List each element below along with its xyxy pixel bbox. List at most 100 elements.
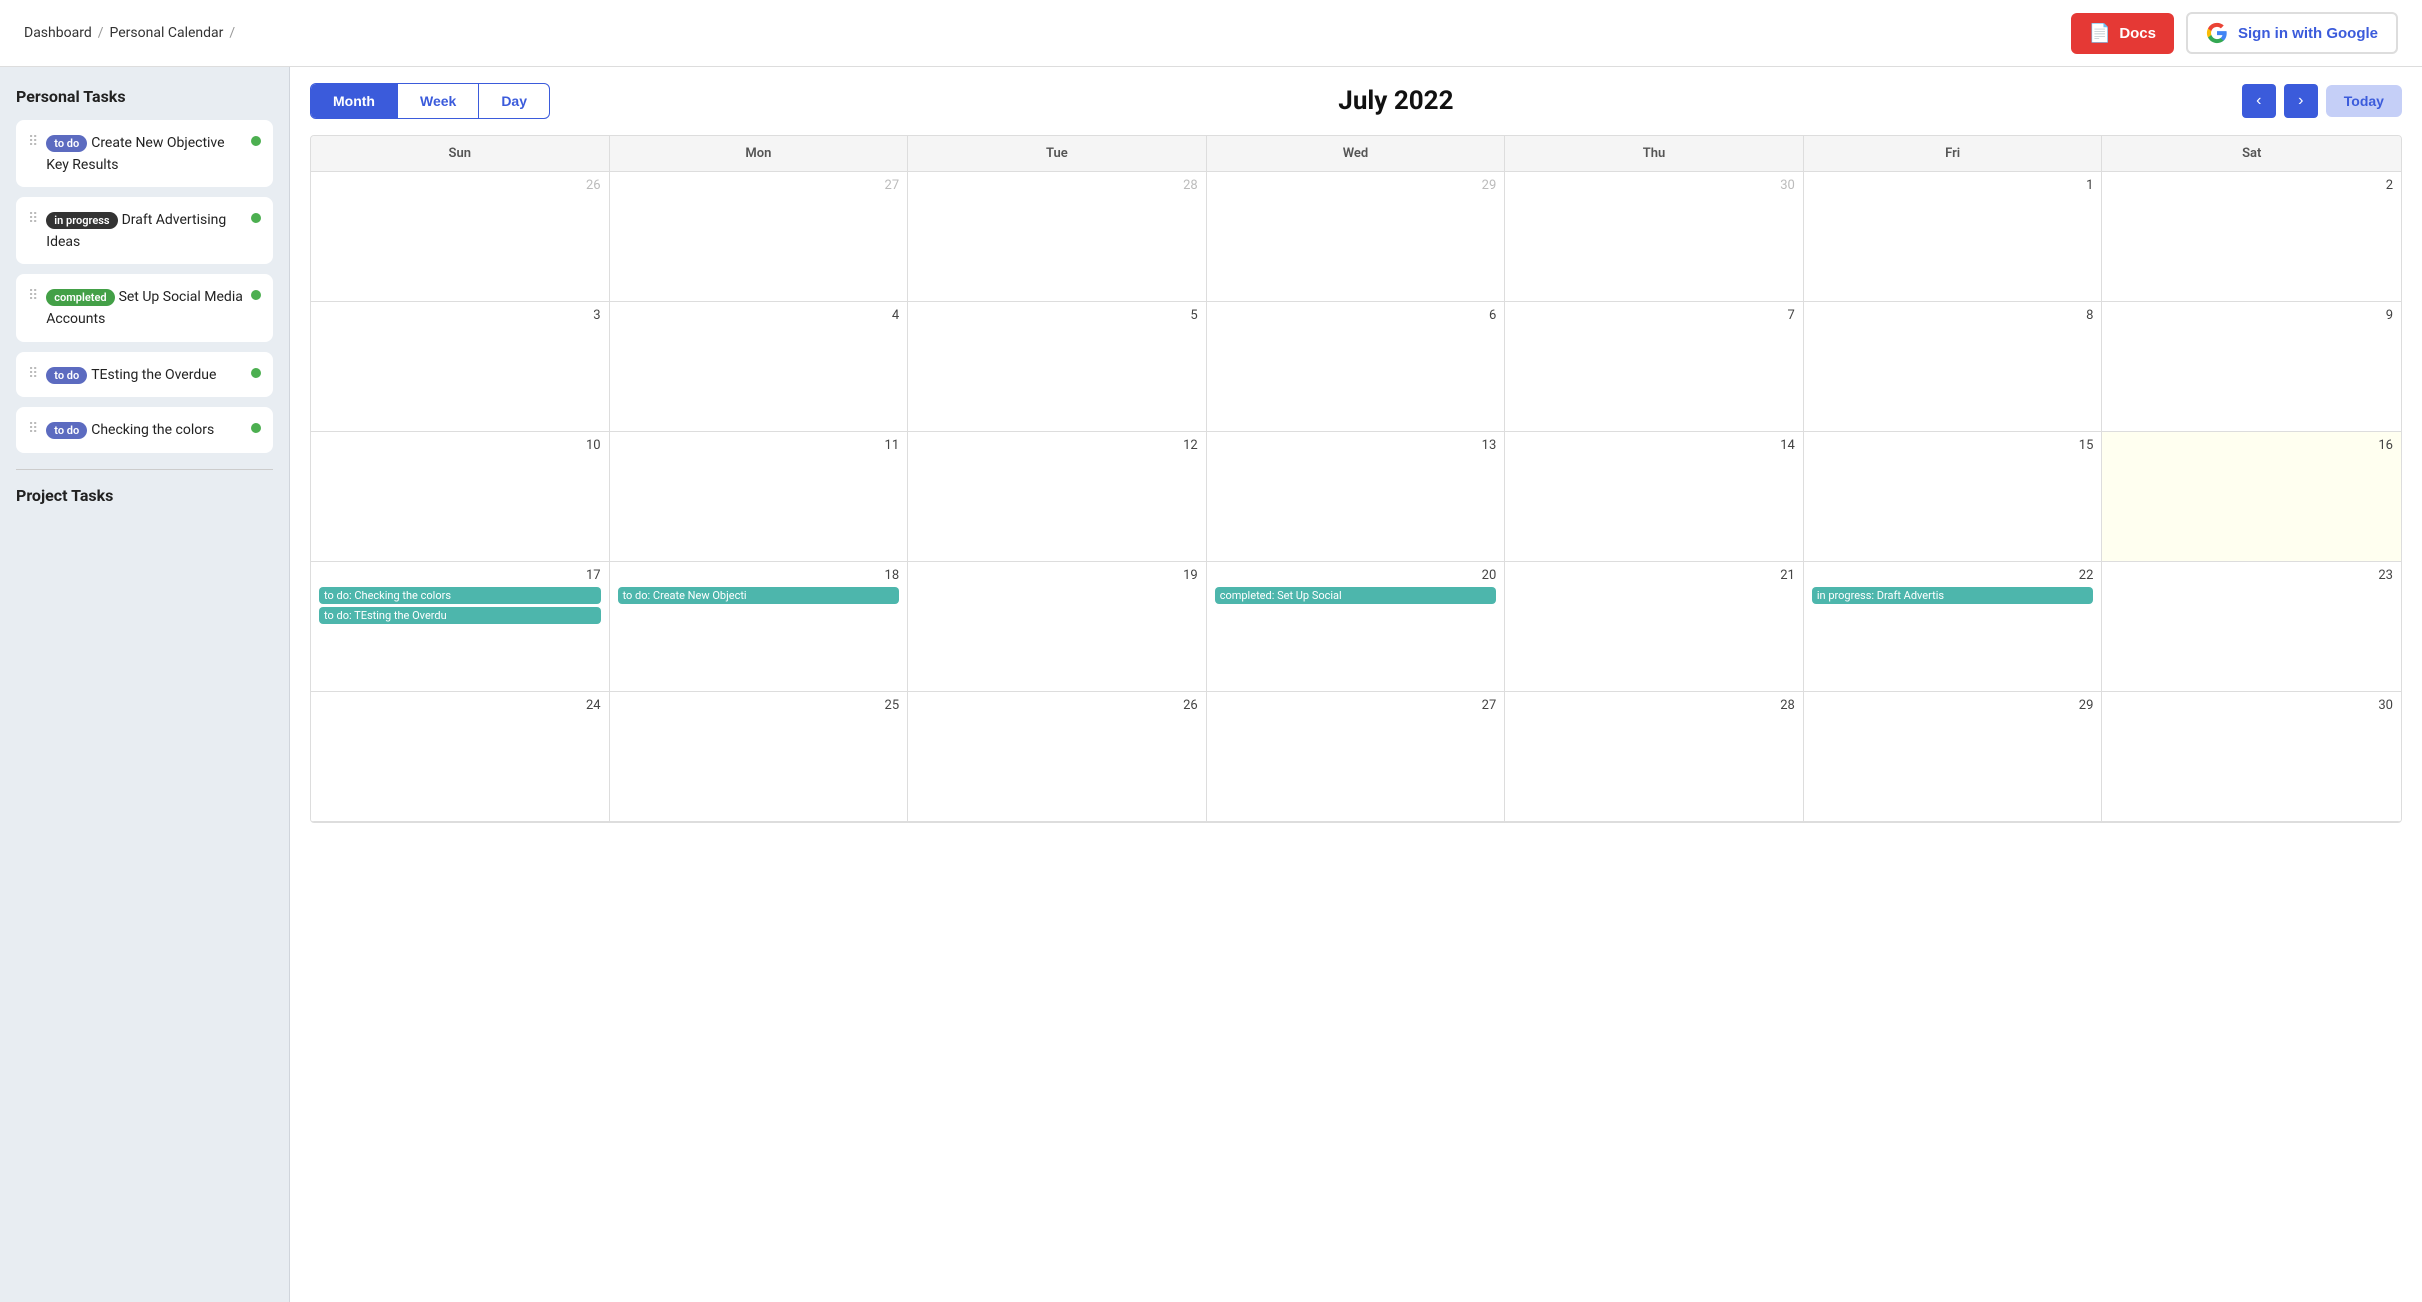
day-header-sun: Sun xyxy=(311,136,610,171)
calendar-event[interactable]: in progress: Draft Advertis xyxy=(1812,587,2094,604)
day-header-sat: Sat xyxy=(2102,136,2401,171)
cal-cell[interactable]: 23 xyxy=(2102,562,2401,692)
day-header-thu: Thu xyxy=(1505,136,1804,171)
calendar-area: MonthWeekDay July 2022 ‹ › Today SunMonT… xyxy=(290,67,2422,1302)
day-number: 22 xyxy=(1812,568,2094,583)
breadcrumb-personal-calendar[interactable]: Personal Calendar xyxy=(110,25,224,41)
cal-cell[interactable]: 26 xyxy=(908,692,1207,822)
task-item[interactable]: ⠿ in progressDraft Advertising Ideas xyxy=(16,197,273,264)
cal-cell[interactable]: 12 xyxy=(908,432,1207,562)
day-number: 20 xyxy=(1215,568,1497,583)
task-item[interactable]: ⠿ to doCreate New Objective Key Results xyxy=(16,120,273,187)
task-content: to doChecking the colors xyxy=(46,419,243,441)
cal-cell[interactable]: 3 xyxy=(311,302,610,432)
task-content: completedSet Up Social Media Accounts xyxy=(46,286,243,329)
cal-cell[interactable]: 19 xyxy=(908,562,1207,692)
task-item[interactable]: ⠿ to doChecking the colors xyxy=(16,407,273,453)
task-dot xyxy=(251,368,261,378)
task-badge: to do xyxy=(46,135,87,152)
breadcrumb: Dashboard / Personal Calendar / xyxy=(24,25,2059,41)
day-number: 30 xyxy=(2110,698,2393,713)
task-dot xyxy=(251,213,261,223)
cal-cell[interactable]: 29 xyxy=(1207,172,1506,302)
task-title: Checking the colors xyxy=(91,422,214,438)
docs-button[interactable]: 📄 Docs xyxy=(2071,13,2174,54)
cal-cell[interactable]: 17to do: Checking the colorsto do: TEsti… xyxy=(311,562,610,692)
cal-cell[interactable]: 30 xyxy=(1505,172,1804,302)
view-tabs: MonthWeekDay xyxy=(310,83,550,119)
task-dot xyxy=(251,136,261,146)
day-number: 9 xyxy=(2110,308,2393,323)
calendar-event[interactable]: to do: Checking the colors xyxy=(319,587,601,604)
task-title: TEsting the Overdue xyxy=(91,367,216,383)
cal-cell[interactable]: 28 xyxy=(1505,692,1804,822)
cal-cell[interactable]: 9 xyxy=(2102,302,2401,432)
cal-cell[interactable]: 11 xyxy=(610,432,909,562)
day-number: 14 xyxy=(1513,438,1795,453)
day-number: 7 xyxy=(1513,308,1795,323)
day-number: 1 xyxy=(1812,178,2094,193)
calendar-grid: SunMonTueWedThuFriSat 262728293012345678… xyxy=(310,135,2402,823)
day-number: 28 xyxy=(916,178,1198,193)
calendar-event[interactable]: to do: TEsting the Overdu xyxy=(319,607,601,624)
view-tab-week[interactable]: Week xyxy=(398,84,479,118)
cal-cell[interactable]: 16 xyxy=(2102,432,2401,562)
cal-cell[interactable]: 22 in progress: Draft Advertis xyxy=(1804,562,2103,692)
drag-handle[interactable]: ⠿ xyxy=(28,421,38,437)
cal-cell[interactable]: 7 xyxy=(1505,302,1804,432)
drag-handle[interactable]: ⠿ xyxy=(28,288,38,304)
day-number: 25 xyxy=(618,698,900,713)
today-button[interactable]: Today xyxy=(2326,85,2402,117)
day-number: 6 xyxy=(1215,308,1497,323)
day-number: 30 xyxy=(1513,178,1795,193)
drag-handle[interactable]: ⠿ xyxy=(28,211,38,227)
cal-cell[interactable]: 14 xyxy=(1505,432,1804,562)
prev-button[interactable]: ‹ xyxy=(2242,84,2276,118)
next-button[interactable]: › xyxy=(2284,84,2318,118)
cal-cell[interactable]: 26 xyxy=(311,172,610,302)
cal-cell[interactable]: 27 xyxy=(610,172,909,302)
docs-icon: 📄 xyxy=(2089,23,2111,44)
cal-cell[interactable]: 25 xyxy=(610,692,909,822)
cal-cell[interactable]: 21 xyxy=(1505,562,1804,692)
task-content: to doTEsting the Overdue xyxy=(46,364,243,386)
cal-cell[interactable]: 15 xyxy=(1804,432,2103,562)
day-number: 27 xyxy=(618,178,900,193)
cal-cell[interactable]: 18to do: Create New Objecti xyxy=(610,562,909,692)
day-number: 27 xyxy=(1215,698,1497,713)
day-number: 8 xyxy=(1812,308,2094,323)
task-item[interactable]: ⠿ completedSet Up Social Media Accounts xyxy=(16,274,273,341)
cal-cell[interactable]: 4 xyxy=(610,302,909,432)
cal-cell[interactable]: 2 xyxy=(2102,172,2401,302)
calendar-event[interactable]: completed: Set Up Social xyxy=(1215,587,1497,604)
task-content: to doCreate New Objective Key Results xyxy=(46,132,243,175)
day-header-mon: Mon xyxy=(610,136,909,171)
cal-cell[interactable]: 10 xyxy=(311,432,610,562)
day-number: 15 xyxy=(1812,438,2094,453)
cal-cell[interactable]: 8 xyxy=(1804,302,2103,432)
cal-cell[interactable]: 28 xyxy=(908,172,1207,302)
cal-cell[interactable]: 29 xyxy=(1804,692,2103,822)
view-tab-day[interactable]: Day xyxy=(479,84,549,118)
cal-cell[interactable]: 30 xyxy=(2102,692,2401,822)
day-number: 4 xyxy=(618,308,900,323)
cal-cell[interactable]: 6 xyxy=(1207,302,1506,432)
cal-cell[interactable]: 13 xyxy=(1207,432,1506,562)
calendar-event[interactable]: to do: Create New Objecti xyxy=(618,587,900,604)
cal-cell[interactable]: 5 xyxy=(908,302,1207,432)
day-header-fri: Fri xyxy=(1804,136,2103,171)
cal-cell[interactable]: 24 xyxy=(311,692,610,822)
google-signin-button[interactable]: Sign in with Google xyxy=(2186,12,2398,54)
day-number: 2 xyxy=(2110,178,2393,193)
drag-handle[interactable]: ⠿ xyxy=(28,134,38,150)
cal-cell[interactable]: 1 xyxy=(1804,172,2103,302)
view-tab-month[interactable]: Month xyxy=(311,84,398,118)
google-icon xyxy=(2206,22,2228,44)
day-number: 10 xyxy=(319,438,601,453)
task-item[interactable]: ⠿ to doTEsting the Overdue xyxy=(16,352,273,398)
drag-handle[interactable]: ⠿ xyxy=(28,366,38,382)
cal-cell[interactable]: 27 xyxy=(1207,692,1506,822)
day-number: 26 xyxy=(319,178,601,193)
breadcrumb-dashboard[interactable]: Dashboard xyxy=(24,25,92,41)
cal-cell[interactable]: 20 completed: Set Up Social xyxy=(1207,562,1506,692)
